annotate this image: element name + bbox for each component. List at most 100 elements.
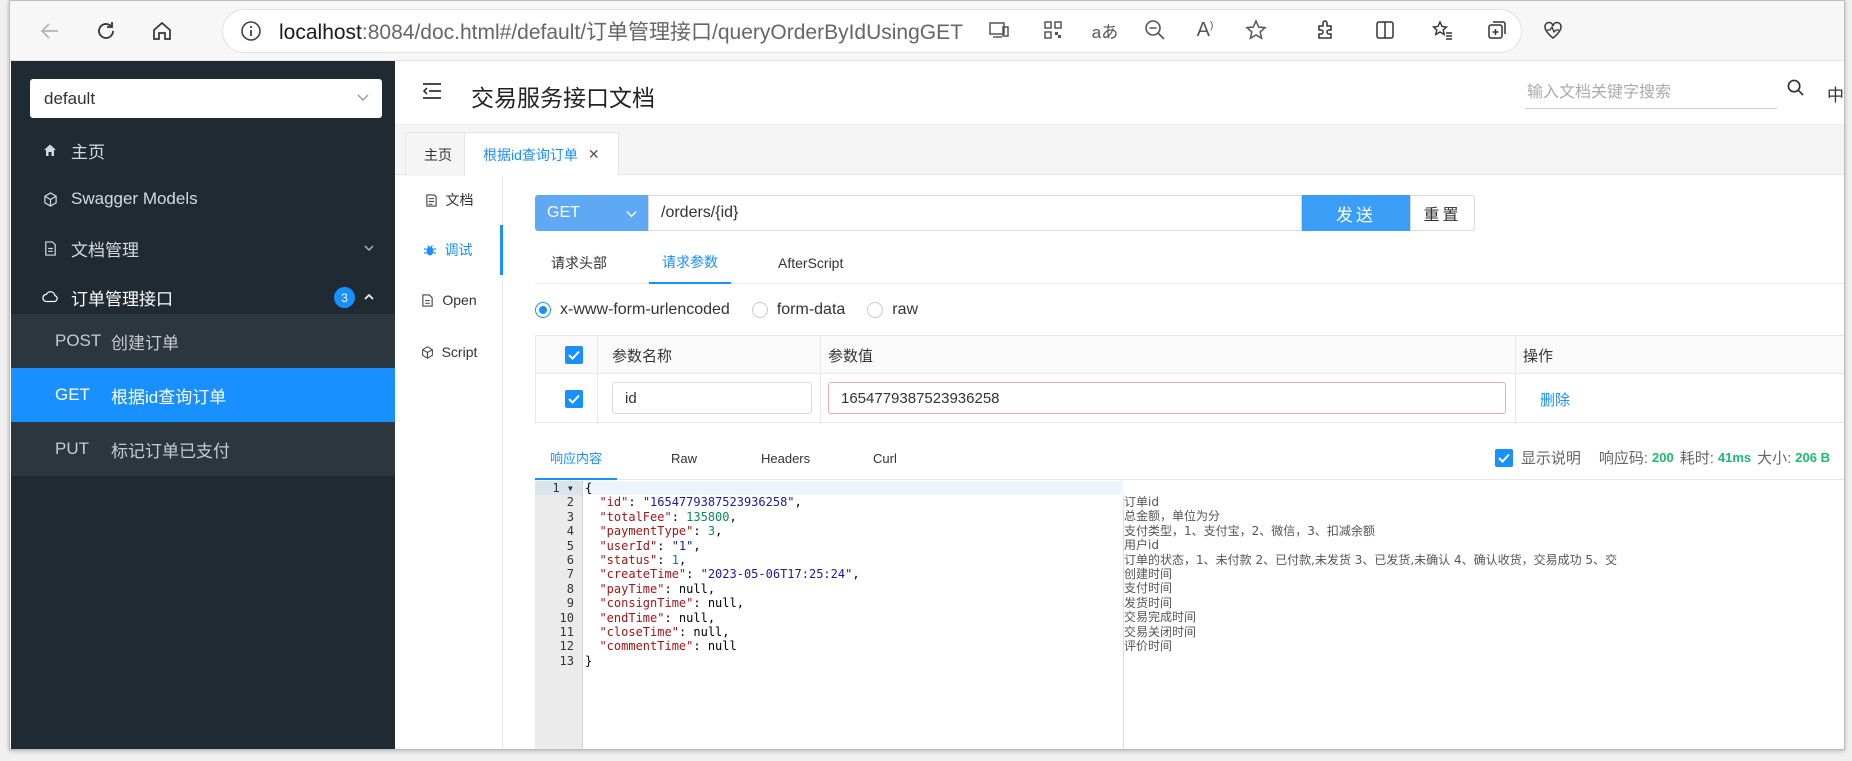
url-text: localhost:8084/doc.html#/default/订单管理接口/…	[279, 21, 963, 44]
menu-label: 文档	[445, 192, 474, 208]
tab-request-params[interactable]: 请求参数	[649, 241, 731, 284]
page-tabs: 主页 根据id查询订单 ✕	[395, 125, 1844, 176]
send-button[interactable]: 发送	[1302, 195, 1410, 231]
sidebar-subitem-mark-paid[interactable]: PUT 标记订单已支付	[11, 422, 395, 476]
method-label: PUT	[55, 439, 89, 458]
field-description: 发货时间	[1124, 595, 1173, 610]
code-line: "payTime": null,	[599, 581, 716, 596]
select-all-checkbox[interactable]	[565, 346, 583, 364]
device-icon[interactable]	[982, 13, 1016, 47]
field-descriptions: 订单id 总金额，单位为分 支付类型，1、支付宝，2、微信，3、扣减余额 用户id 订单…	[1124, 495, 1844, 653]
column-header-action: 操作	[1523, 347, 1554, 365]
radio-form-data[interactable]: form-data	[751, 301, 845, 319]
field-description: 订单的状态，1、未付款 2、已付款,未发货 3、已发货,未确认 4、确认收货，交…	[1124, 552, 1618, 567]
site-info-icon[interactable]	[223, 20, 279, 42]
menu-debug[interactable]: 调试	[395, 225, 503, 275]
check-icon	[568, 350, 580, 360]
line-number: 12	[559, 639, 574, 654]
sidebar-item-label: Swagger Models	[71, 189, 198, 208]
code-line: "closeTime": null,	[599, 624, 730, 639]
collections-icon[interactable]	[1480, 13, 1514, 47]
path-input[interactable]: /orders/{id}	[648, 195, 1302, 231]
column-header-name: 参数名称	[612, 347, 673, 365]
param-value-input[interactable]: 1654779387523936258	[828, 382, 1506, 414]
tab-response-curl[interactable]: Curl	[873, 437, 897, 480]
show-desc-checkbox[interactable]	[1494, 448, 1513, 467]
code-line: }	[585, 653, 593, 668]
cloud-icon	[41, 288, 59, 306]
response-code-label: 响应码:	[1598, 450, 1648, 467]
response-size-label: 大小:	[1757, 450, 1792, 467]
sidebar-subitem-create-order[interactable]: POST 创建订单	[11, 314, 395, 368]
menu-doc[interactable]: 文档	[395, 175, 503, 225]
method-label: POST	[55, 331, 102, 350]
tab-after-script[interactable]: AfterScript	[778, 241, 843, 284]
tab-label: 主页	[424, 146, 452, 163]
delete-param-link[interactable]: 删除	[1540, 389, 1570, 410]
language-switch[interactable]: 中	[1827, 81, 1844, 106]
check-icon	[568, 394, 580, 404]
row-checkbox[interactable]	[565, 390, 583, 408]
favorites-icon[interactable]	[1425, 13, 1459, 47]
request-tabs: 请求头部 请求参数 AfterScript	[535, 241, 1844, 284]
param-name-input[interactable]: id	[612, 382, 812, 414]
zoom-out-icon[interactable]	[1138, 13, 1172, 47]
page-header: 交易服务接口文档 输入文档关键字搜索 中	[395, 61, 1844, 125]
response-code-editor[interactable]: 1 ▾ 2 3 4 5 6 7 8 9 10 11 12 13 { "id": "…	[535, 481, 1844, 749]
menu-fold-icon[interactable]	[421, 81, 443, 101]
code-body: { "id": "1654779387523936258", "totalFee…	[585, 481, 1123, 668]
arrow-left-icon	[40, 23, 58, 39]
tab-home[interactable]: 主页	[405, 132, 471, 176]
response-tabs: 响应内容 Raw Headers Curl 显示说明 响应码: 200 耗时: …	[535, 437, 1844, 480]
field-description: 评价时间	[1124, 638, 1173, 653]
radio-label: raw	[892, 301, 919, 318]
home-button[interactable]	[144, 13, 180, 49]
sidebar-item-doc-management[interactable]: 文档管理	[11, 221, 395, 275]
code-line: "consignTime": null,	[599, 596, 744, 611]
code-line: "status": 1,	[599, 552, 687, 567]
tab-response-content[interactable]: 响应内容	[535, 437, 617, 480]
line-number: 5	[566, 538, 574, 553]
search-input[interactable]: 输入文档关键字搜索	[1525, 71, 1777, 109]
code-line: "endTime": null,	[599, 610, 716, 625]
response-meta: 显示说明 响应码: 200 耗时: 41ms 大小: 206 B	[1494, 447, 1836, 468]
home-icon	[41, 141, 59, 159]
translate-icon[interactable]: aあ	[1088, 13, 1122, 47]
favorite-star-icon[interactable]	[1239, 13, 1273, 47]
read-aloud-icon[interactable]: A)	[1188, 13, 1222, 47]
menu-open[interactable]: Open	[395, 275, 503, 325]
health-icon[interactable]	[1536, 13, 1570, 47]
check-icon	[1498, 453, 1510, 463]
sidebar-item-label: 文档管理	[71, 240, 139, 260]
tab-response-headers[interactable]: Headers	[761, 437, 810, 480]
line-number: 8	[566, 581, 574, 596]
refresh-button[interactable]	[88, 13, 124, 49]
search-icon[interactable]	[1787, 79, 1804, 96]
chevron-down-icon	[626, 211, 637, 218]
reset-button[interactable]: 重置	[1410, 195, 1475, 231]
menu-script[interactable]: Script	[395, 327, 503, 377]
tab-response-raw[interactable]: Raw	[671, 437, 697, 480]
menu-label: Script	[441, 344, 478, 360]
sidebar-item-swagger-models[interactable]: Swagger Models	[11, 172, 395, 226]
qr-code-icon[interactable]	[1036, 13, 1070, 47]
group-select[interactable]: default	[30, 79, 382, 118]
cube-icon	[421, 345, 434, 359]
field-description: 订单id	[1124, 495, 1159, 509]
radio-urlencoded[interactable]: x-www-form-urlencoded	[535, 301, 730, 319]
sidebar-item-home[interactable]: 主页	[11, 123, 395, 177]
doc-side-menu: 文档 调试 Open Script	[395, 175, 503, 749]
extensions-icon[interactable]	[1308, 13, 1342, 47]
method-select[interactable]: GET	[535, 195, 648, 231]
sidebar-subitem-query-order[interactable]: GET 根据id查询订单	[11, 368, 395, 422]
code-line: {	[585, 481, 1123, 496]
radio-raw[interactable]: raw	[867, 301, 918, 319]
params-table: 参数名称 参数值 操作 id 1654779387523936258 删除	[535, 335, 1844, 424]
split-screen-icon[interactable]	[1368, 13, 1402, 47]
tab-query-order[interactable]: 根据id查询订单 ✕	[464, 132, 619, 176]
response-time-label: 耗时:	[1679, 450, 1714, 467]
browser-toolbar: localhost:8084/doc.html#/default/订单管理接口/…	[10, 1, 1844, 61]
tab-request-headers[interactable]: 请求头部	[551, 241, 607, 284]
close-icon[interactable]: ✕	[588, 146, 600, 163]
back-button[interactable]	[32, 13, 68, 49]
